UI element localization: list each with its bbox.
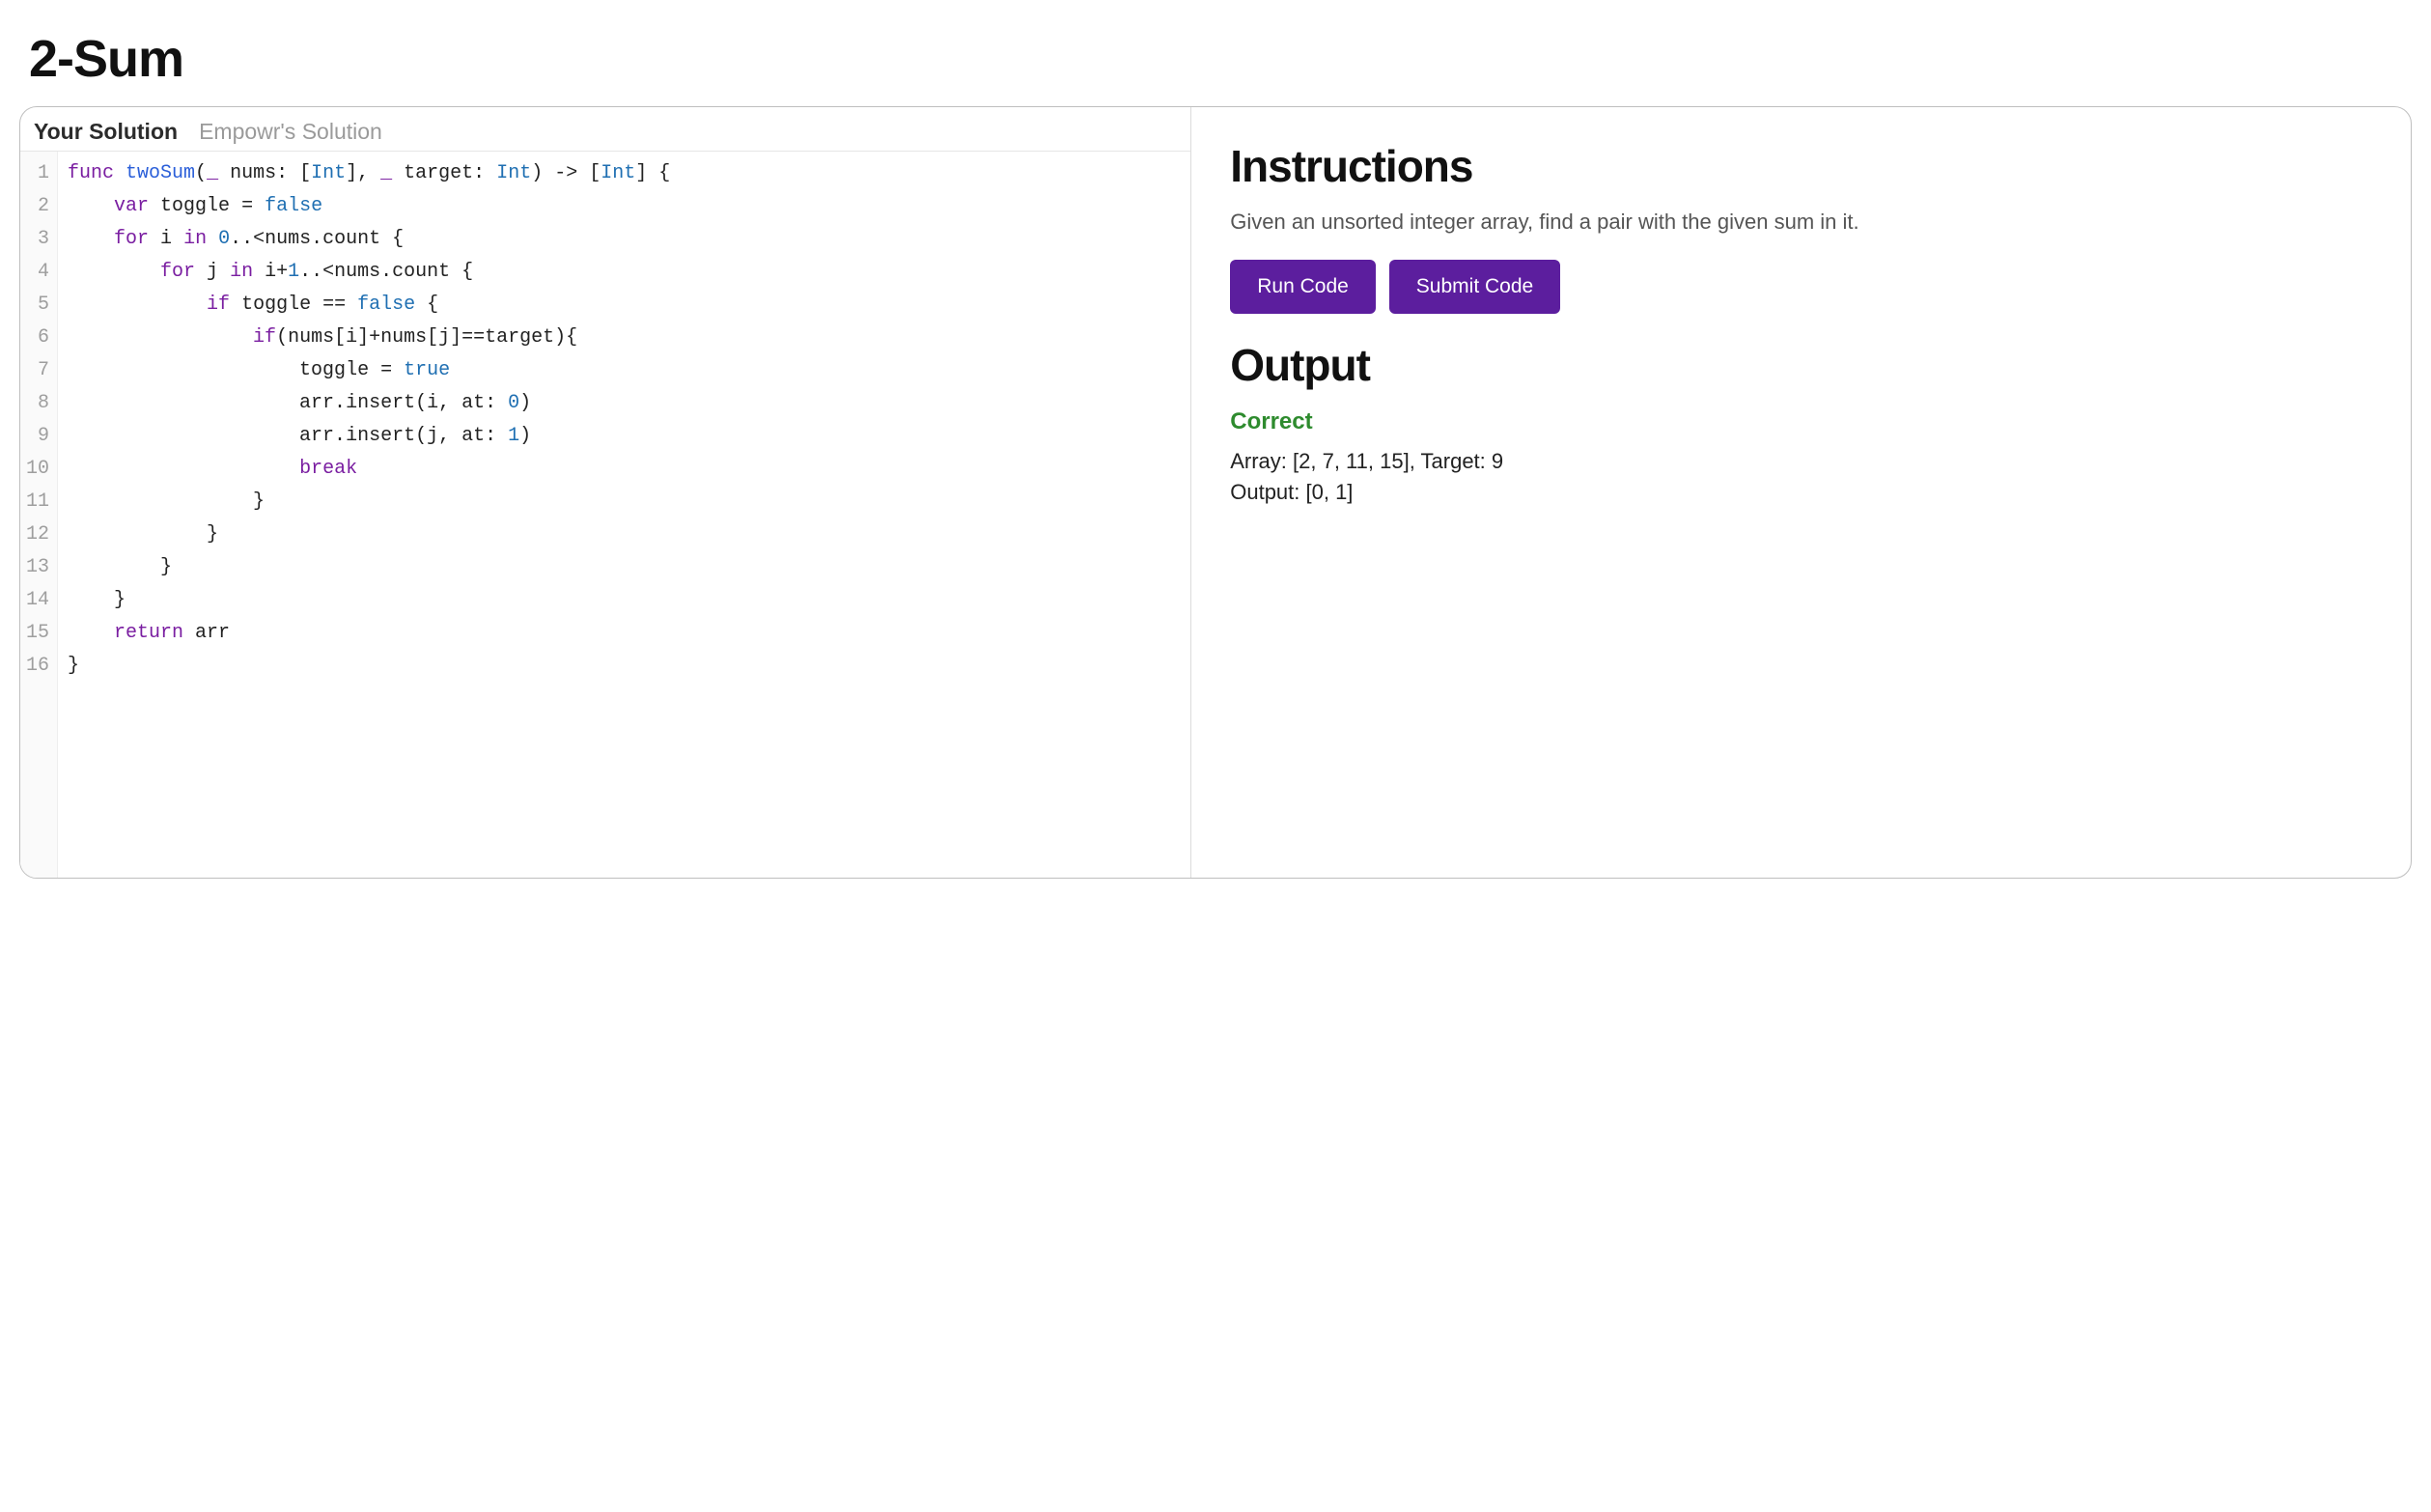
output-line-0: Array: [2, 7, 11, 15], Target: 9 [1230,449,2372,474]
line-number: 7 [26,354,49,387]
code-line[interactable]: } [68,650,1181,683]
line-number: 13 [26,551,49,584]
editor-tabs: Your Solution Empowr's Solution [20,107,1190,151]
line-number: 6 [26,322,49,354]
code-line[interactable]: } [68,518,1181,551]
line-number: 3 [26,223,49,256]
line-number: 16 [26,650,49,683]
output-line-1: Output: [0, 1] [1230,480,2372,505]
code-line[interactable]: arr.insert(i, at: 0) [68,387,1181,420]
line-number: 5 [26,289,49,322]
side-panel: Instructions Given an unsorted integer a… [1191,107,2411,878]
tab-your-solution[interactable]: Your Solution [34,119,178,145]
editor-pane: Your Solution Empowr's Solution 12345678… [20,107,1191,878]
run-code-button[interactable]: Run Code [1230,260,1376,314]
line-number: 15 [26,617,49,650]
line-number: 14 [26,584,49,617]
main-panel: Your Solution Empowr's Solution 12345678… [19,106,2412,879]
page-title: 2-Sum [29,29,2412,89]
line-number: 12 [26,518,49,551]
line-number: 10 [26,453,49,486]
code-line[interactable]: break [68,453,1181,486]
output-status: Correct [1230,408,2372,435]
output-heading: Output [1230,339,2372,391]
code-line[interactable]: toggle = true [68,354,1181,387]
code-line[interactable]: for i in 0..<nums.count { [68,223,1181,256]
instructions-heading: Instructions [1230,140,2372,192]
code-area[interactable]: func twoSum(_ nums: [Int], _ target: Int… [58,152,1190,878]
code-line[interactable]: for j in i+1..<nums.count { [68,256,1181,289]
code-line[interactable]: } [68,551,1181,584]
line-number: 9 [26,420,49,453]
line-number: 1 [26,157,49,190]
code-editor[interactable]: 12345678910111213141516 func twoSum(_ nu… [20,151,1190,878]
button-row: Run Code Submit Code [1230,260,2372,314]
code-line[interactable]: } [68,486,1181,518]
line-number-gutter: 12345678910111213141516 [20,152,58,878]
line-number: 8 [26,387,49,420]
code-line[interactable]: } [68,584,1181,617]
code-line[interactable]: func twoSum(_ nums: [Int], _ target: Int… [68,157,1181,190]
code-line[interactable]: return arr [68,617,1181,650]
line-number: 4 [26,256,49,289]
code-line[interactable]: var toggle = false [68,190,1181,223]
code-line[interactable]: if(nums[i]+nums[j]==target){ [68,322,1181,354]
tab-empowrs-solution[interactable]: Empowr's Solution [199,119,382,145]
code-line[interactable]: if toggle == false { [68,289,1181,322]
instructions-text: Given an unsorted integer array, find a … [1230,210,2372,235]
code-line[interactable]: arr.insert(j, at: 1) [68,420,1181,453]
line-number: 2 [26,190,49,223]
submit-code-button[interactable]: Submit Code [1389,260,1560,314]
line-number: 11 [26,486,49,518]
